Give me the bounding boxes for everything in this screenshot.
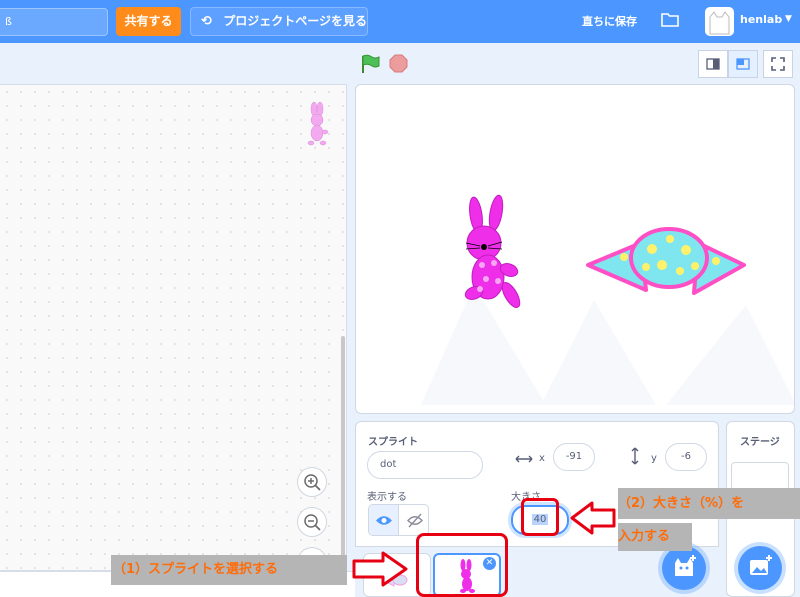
choose-backdrop-button[interactable] <box>738 546 782 590</box>
stage-canvas <box>421 194 794 405</box>
sprite-name-input[interactable]: dot <box>367 451 483 479</box>
annotation-step1: （1）スプライトを選択する <box>111 555 347 585</box>
rabbit-sprite <box>464 194 521 308</box>
stage[interactable] <box>355 84 795 414</box>
code-area[interactable] <box>0 84 347 571</box>
horizontal-arrows-icon <box>515 455 533 463</box>
large-stage-icon <box>736 58 750 70</box>
eye-icon <box>376 516 392 525</box>
annotation-step2-line1: （2）大きさ（%）を <box>618 488 800 519</box>
sprite-header: スプライト <box>368 437 418 448</box>
see-project-page-label: プロジェクトページを見る <box>223 14 367 28</box>
candy-sprite <box>586 227 746 295</box>
arrow-left-icon <box>570 501 616 535</box>
eye-slash-icon <box>407 513 423 528</box>
stage-pane-title: ステージ <box>740 437 780 448</box>
full-screen-button[interactable] <box>763 50 793 78</box>
arrows-cycle-icon: ⟲ <box>201 14 212 29</box>
annotation-step2-line2: 入力する <box>618 523 692 551</box>
zoom-in-icon <box>304 474 321 491</box>
zoom-out-button[interactable] <box>297 507 327 537</box>
zoom-in-button[interactable] <box>297 467 327 497</box>
share-button[interactable]: 共有する <box>116 7 181 36</box>
y-position-input[interactable]: -6 <box>665 443 707 471</box>
sprite-corner-preview <box>307 101 329 146</box>
zoom-out-icon <box>304 514 321 531</box>
x-position-input[interactable]: -91 <box>553 443 595 471</box>
avatar[interactable] <box>705 7 734 36</box>
cat-avatar-icon <box>709 11 730 35</box>
y-label: y <box>651 453 657 464</box>
green-flag-icon[interactable] <box>360 54 380 74</box>
small-stage-icon <box>706 58 720 70</box>
save-now-button[interactable]: 直ちに保存 <box>582 13 637 29</box>
x-label: x <box>539 453 545 464</box>
large-stage-button[interactable] <box>728 50 758 78</box>
show-button[interactable] <box>369 505 399 535</box>
arrow-right-icon <box>352 551 408 587</box>
username[interactable]: henlab <box>740 13 782 26</box>
project-title-input[interactable]: ß <box>0 8 108 36</box>
code-area-scrollbar[interactable] <box>341 336 345 568</box>
chevron-down-icon[interactable]: ▼ <box>785 14 792 24</box>
stop-icon[interactable] <box>389 54 408 73</box>
see-project-page-button[interactable]: ⟲ プロジェクトページを見る <box>190 7 368 36</box>
hide-button[interactable] <box>400 505 428 535</box>
sprite-highlight-box <box>416 533 508 597</box>
size-highlight-box <box>521 498 559 536</box>
small-stage-button[interactable] <box>698 50 728 78</box>
vertical-arrows-icon <box>631 447 639 465</box>
choose-sprite-button[interactable] <box>662 546 706 590</box>
show-label: 表示する <box>367 492 407 503</box>
full-screen-icon <box>771 57 785 71</box>
show-toggle-group <box>368 504 429 536</box>
folder-icon[interactable] <box>661 12 679 27</box>
cat-plus-icon <box>675 555 696 576</box>
image-plus-icon <box>750 555 772 575</box>
